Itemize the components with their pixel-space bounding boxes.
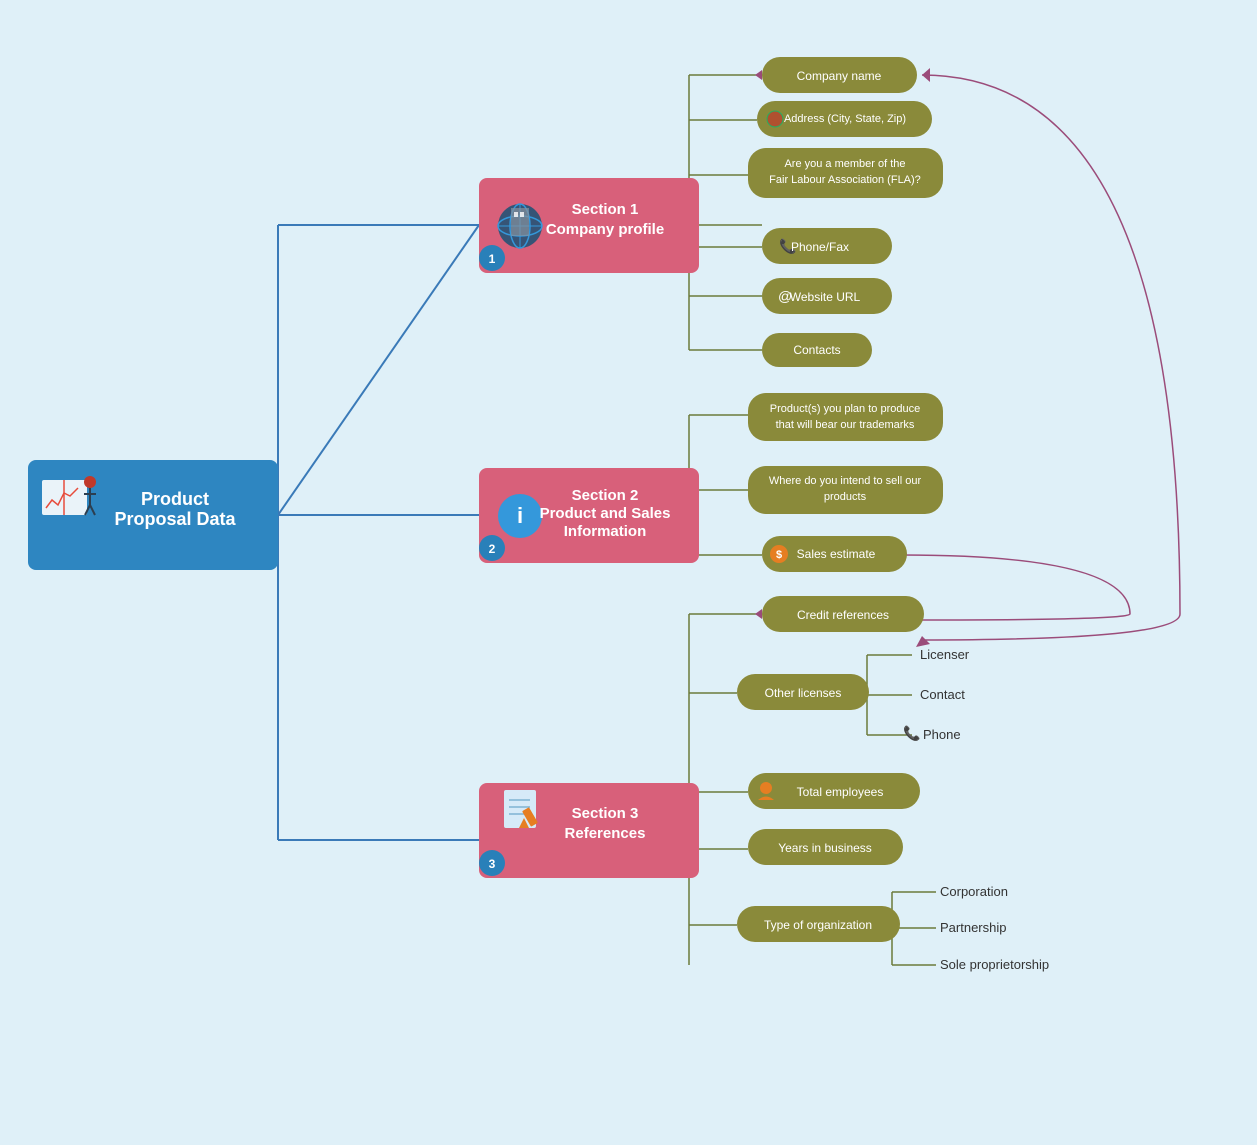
credit-references-leaf [762,596,924,632]
sell-leaf [748,466,943,514]
section1-node[interactable] [479,178,699,273]
contacts-leaf [762,333,872,367]
type-of-organization-leaf [737,906,900,942]
fla-leaf [748,148,943,198]
website-leaf [762,278,892,314]
section2-node[interactable] [479,468,699,563]
svg-text:Partnership: Partnership [940,920,1006,935]
root-node [28,460,278,570]
svg-text:Sole proprietorship: Sole proprietorship [940,957,1049,972]
other-licenses-leaf [737,674,869,710]
total-employees-leaf [748,773,920,809]
phone-leaf [762,228,892,264]
contact-label: Contact [920,687,965,702]
sales-estimate-leaf [762,536,907,572]
svg-text:📞: 📞 [903,724,921,742]
years-in-business-leaf [748,829,903,865]
svg-text:Corporation: Corporation [940,884,1008,899]
licenser-label: Licenser [920,647,970,662]
phone-label: Phone [923,727,961,742]
section3-node[interactable] [479,783,699,878]
company-name-leaf [762,57,917,93]
products-leaf [748,393,943,441]
address-leaf [757,101,932,137]
